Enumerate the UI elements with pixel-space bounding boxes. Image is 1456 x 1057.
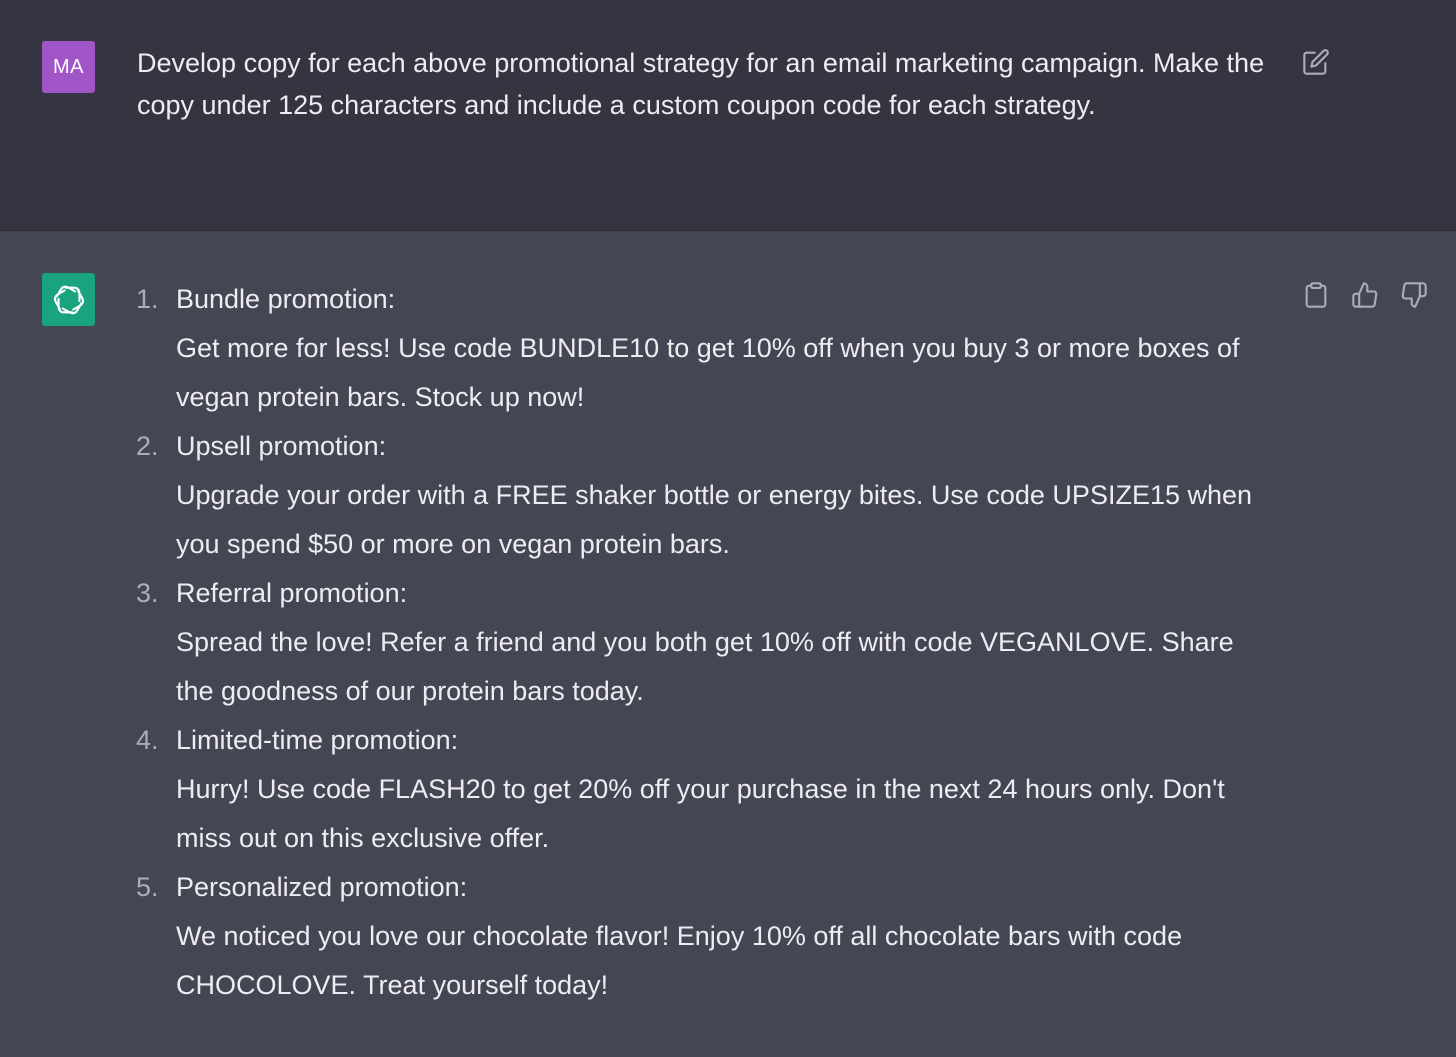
list-item-number: 3. (136, 578, 159, 608)
thumbs-up-button[interactable] (1349, 279, 1381, 311)
message-actions (1300, 279, 1430, 311)
thumbs-down-icon (1400, 281, 1428, 309)
list-item-title: Personalized promotion: (176, 872, 468, 902)
assistant-avatar (42, 273, 95, 326)
user-avatar: MA (42, 41, 95, 93)
user-message-text: Develop copy for each above promotional … (137, 48, 1265, 120)
list-item-copy: Hurry! Use code FLASH20 to get 20% off y… (176, 774, 1225, 853)
list-item: 1. Bundle promotion: Get more for less! … (136, 275, 1276, 422)
list-item: 5. Personalized promotion: We noticed yo… (136, 863, 1276, 1010)
list-item-number: 5. (136, 872, 159, 902)
assistant-message-row: 1. Bundle promotion: Get more for less! … (0, 231, 1456, 1057)
list-item-title: Upsell promotion: (176, 431, 387, 461)
list-item-copy: We noticed you love our chocolate flavor… (176, 921, 1183, 1000)
assistant-response: 1. Bundle promotion: Get more for less! … (136, 275, 1276, 1010)
list-item-title: Bundle promotion: (176, 284, 396, 314)
list-item: 2. Upsell promotion: Upgrade your order … (136, 422, 1276, 569)
user-avatar-initials: MA (53, 55, 84, 78)
list-item: 3. Referral promotion: Spread the love! … (136, 569, 1276, 716)
copy-button[interactable] (1300, 279, 1332, 311)
list-item-copy: Get more for less! Use code BUNDLE10 to … (176, 333, 1240, 412)
thumbs-down-button[interactable] (1398, 279, 1430, 311)
edit-message-button[interactable] (1300, 46, 1332, 78)
clipboard-icon (1302, 281, 1330, 309)
edit-icon (1302, 48, 1330, 76)
list-item-copy: Spread the love! Refer a friend and you … (176, 627, 1234, 706)
user-message-row: MA Develop copy for each above promotion… (0, 0, 1456, 231)
list-item: 4. Limited-time promotion: Hurry! Use co… (136, 716, 1276, 863)
list-item-copy: Upgrade your order with a FREE shaker bo… (176, 480, 1253, 559)
list-item-number: 2. (136, 431, 159, 461)
list-item-title: Limited-time promotion: (176, 725, 459, 755)
thumbs-up-icon (1351, 281, 1379, 309)
list-item-number: 1. (136, 284, 159, 314)
list-item-number: 4. (136, 725, 159, 755)
list-item-title: Referral promotion: (176, 578, 408, 608)
openai-logo-icon (50, 281, 88, 319)
